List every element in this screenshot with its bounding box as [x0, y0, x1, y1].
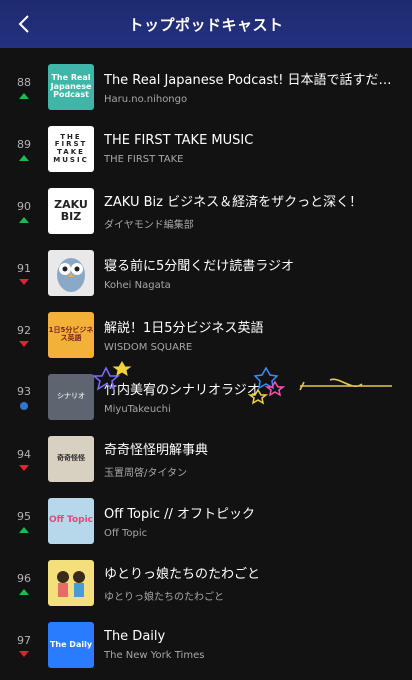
new-entry-dot-icon [20, 401, 28, 410]
cover-text: The Daily [49, 639, 93, 649]
rank-number: 89 [17, 137, 31, 151]
podcast-cover: 1日5分ビジネス英語 [48, 312, 94, 358]
podcast-cover: THE FIRST TAKE MUSIC [48, 126, 94, 172]
podcast-cover [48, 560, 94, 606]
podcast-author: 玉置周啓/タイタン [104, 468, 187, 479]
list-item[interactable]: 95 Off Topic Off Topic // オフトピック Off Top… [0, 490, 412, 552]
girls-illustration-icon [57, 571, 85, 597]
podcast-cover: The Real Japanese Podcast [48, 64, 94, 110]
rank-number: 88 [17, 75, 31, 89]
podcast-cover: 奇奇怪怪 [48, 436, 94, 482]
chevron-left-icon [18, 15, 29, 33]
podcast-author: THE FIRST TAKE [104, 154, 184, 165]
back-button[interactable] [12, 12, 36, 36]
list-item[interactable]: 90 ZAKU BIZ ZAKU Biz ビジネス＆経済をザクっと深く！ ダイヤ… [0, 180, 412, 242]
podcast-chart-list: 88 The Real Japanese Podcast The Real Ja… [0, 56, 412, 676]
podcast-author: ダイヤモンド編集部 [104, 220, 194, 231]
podcast-title: ZAKU Biz ビジネス＆経済をザクっと深く！ [104, 195, 363, 210]
rank-up-icon [19, 154, 29, 161]
podcast-cover [48, 250, 94, 296]
rank-down-icon [19, 278, 29, 285]
list-item[interactable]: 93 シナリオ 竹内美宥のシナリオラジオ MiyuTakeuchi [0, 366, 412, 428]
podcast-title: THE FIRST TAKE MUSIC [104, 133, 254, 148]
top-bar: トップポッドキャスト [0, 0, 412, 48]
podcast-author: MiyuTakeuchi [104, 404, 171, 415]
rank-number: 91 [17, 261, 31, 275]
list-item[interactable]: 97 The Daily The Daily The New York Time… [0, 614, 412, 676]
cover-text: Off Topic [48, 515, 94, 526]
podcast-title: 解説！1日5分ビジネス英語 [104, 321, 264, 336]
podcast-cover: ZAKU BIZ [48, 188, 94, 234]
podcast-author: Haru.no.nihongo [104, 94, 188, 105]
list-item[interactable]: 96 ゆとりっ娘たちのたわごと ゆとりっ娘たちのたわごと [0, 552, 412, 614]
rank-number: 94 [17, 447, 31, 461]
podcast-author: Off Topic [104, 528, 148, 539]
podcast-title: Off Topic // オフトピック [104, 507, 256, 522]
cover-text: THE FIRST TAKE MUSIC [53, 132, 89, 164]
rank-number: 92 [17, 323, 31, 337]
rank-number: 96 [17, 571, 31, 585]
cover-text: 奇奇怪怪 [57, 454, 85, 463]
list-item[interactable]: 88 The Real Japanese Podcast The Real Ja… [0, 56, 412, 118]
cover-text: ZAKU BIZ [54, 197, 88, 223]
rank-down-icon [19, 464, 29, 471]
cover-text: 1日5分ビジネス英語 [48, 326, 94, 342]
podcast-author: ゆとりっ娘たちのたわごと [104, 592, 224, 603]
rank-up-icon [19, 92, 29, 99]
rank-number: 97 [17, 633, 31, 647]
rank-up-icon [19, 588, 29, 595]
owl-icon [57, 258, 85, 292]
cover-text: The Real Japanese Podcast [50, 72, 92, 100]
podcast-title: The Daily [104, 629, 166, 644]
rank-up-icon [19, 526, 29, 533]
rank-down-icon [19, 650, 29, 657]
podcast-title: The Real Japanese Podcast! 日本語で話すだけの… [104, 73, 404, 88]
podcast-author: Kohei Nagata [104, 280, 171, 291]
cover-text: シナリオ [57, 392, 85, 401]
rank-up-icon [19, 216, 29, 223]
rank-down-icon [19, 340, 29, 347]
rank-number: 93 [17, 384, 31, 398]
podcast-author: The New York Times [104, 650, 205, 661]
podcast-author: WISDOM SQUARE [104, 342, 193, 353]
podcast-cover: シナリオ [48, 374, 94, 420]
list-item[interactable]: 94 奇奇怪怪 奇奇怪怪明解事典 玉置周啓/タイタン [0, 428, 412, 490]
rank-number: 90 [17, 199, 31, 213]
podcast-cover: Off Topic [48, 498, 94, 544]
rank-number: 95 [17, 509, 31, 523]
page-title: トップポッドキャスト [128, 15, 284, 34]
podcast-title: 寝る前に5分聞くだけ読書ラジオ [104, 259, 295, 274]
podcast-cover: The Daily [48, 622, 94, 668]
podcast-title: 竹内美宥のシナリオラジオ [104, 383, 260, 398]
list-item[interactable]: 91 寝る前に5分聞くだけ読書ラジオ Kohei Nagata [0, 242, 412, 304]
podcast-title: 奇奇怪怪明解事典 [104, 443, 209, 458]
list-item[interactable]: 92 1日5分ビジネス英語 解説！1日5分ビジネス英語 WISDOM SQUAR… [0, 304, 412, 366]
list-item[interactable]: 89 THE FIRST TAKE MUSIC THE FIRST TAKE M… [0, 118, 412, 180]
podcast-title: ゆとりっ娘たちのたわごと [104, 567, 261, 582]
